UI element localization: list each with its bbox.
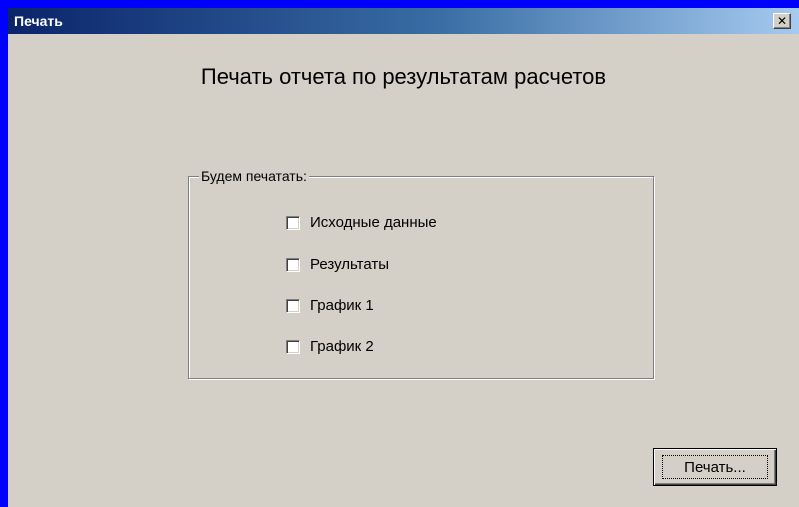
- close-icon: ✕: [776, 14, 788, 28]
- option-label: График 1: [310, 297, 374, 314]
- option-label: Результаты: [310, 256, 389, 273]
- option-results[interactable]: Результаты: [286, 256, 389, 274]
- checkbox-chart-1[interactable]: [286, 299, 300, 313]
- checkbox-source-data[interactable]: [286, 216, 300, 230]
- title-bar[interactable]: Печать ✕: [8, 8, 799, 34]
- option-label: График 2: [310, 338, 374, 355]
- group-legend: Будем печатать:: [199, 168, 309, 184]
- print-options-group: Будем печатать: Исходные данные Результа…: [188, 168, 654, 379]
- print-button[interactable]: Печать...: [653, 448, 777, 486]
- print-button-label: Печать...: [662, 455, 768, 479]
- window-title: Печать: [14, 13, 63, 29]
- checkbox-chart-2[interactable]: [286, 340, 300, 354]
- option-chart-2[interactable]: График 2: [286, 338, 374, 356]
- option-source-data[interactable]: Исходные данные: [286, 214, 437, 232]
- checkbox-results[interactable]: [286, 258, 300, 272]
- option-chart-1[interactable]: График 1: [286, 297, 374, 315]
- print-dialog: Печать ✕ Печать отчета по результатам ра…: [8, 8, 799, 507]
- dialog-heading: Печать отчета по результатам расчетов: [200, 64, 607, 89]
- option-label: Исходные данные: [310, 214, 437, 231]
- close-button[interactable]: ✕: [773, 13, 791, 29]
